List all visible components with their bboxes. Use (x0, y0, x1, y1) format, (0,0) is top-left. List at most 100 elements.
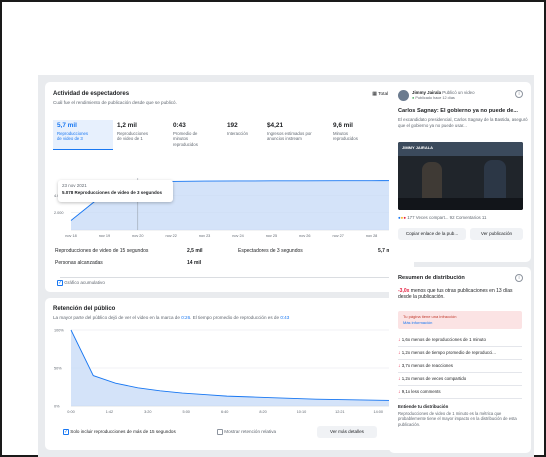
x-tick-label: 0:00 (67, 410, 74, 414)
stat-reach-value: 14 mil (187, 260, 202, 266)
chart-tooltip: 23 nov 2021 5.078 Reproducciones de vide… (58, 180, 173, 202)
divider (398, 385, 522, 386)
retention-subtitle-pre: La mayor parte del público dejó de ver e… (53, 315, 180, 320)
distribution-item-text: 1,2x menos de veces compartido (401, 376, 467, 381)
stat-3s-viewers-label: Espectadores de 3 segundos (238, 248, 303, 254)
post-meta: ● Publicado hace 12 días (412, 96, 455, 101)
metric-value: 0:43 (173, 122, 186, 129)
x-tick-label: 14:00 (374, 410, 384, 414)
divider (398, 372, 522, 373)
arrow-down-icon: ↓ (398, 376, 401, 382)
cumulative-toggle[interactable]: ✓ Gráfico acumulativo (57, 280, 105, 286)
divider (398, 346, 522, 347)
distribution-title: Resumen de distribución (398, 275, 465, 281)
info-icon[interactable]: i (515, 274, 523, 282)
check-icon: ✓ (57, 280, 63, 286)
x-tick-label: 6:40 (221, 410, 228, 414)
view-post-button[interactable]: Ver publicación (470, 228, 523, 240)
comments-count: Comentarios 11 (455, 215, 487, 220)
metric-avg-minutes[interactable]: 0:43 Promedio de minutos reproducidos (173, 122, 209, 147)
info-icon[interactable]: i (515, 90, 523, 98)
post-engagement-line: ●●● 177 Veces compart... 92 Comentarios … (398, 215, 486, 221)
more-details-button[interactable]: Ver más detalles (317, 426, 377, 438)
retention-subtitle-mid: . El tiempo promedio de reproducción es … (190, 315, 280, 320)
x-tick-label: nov 19 (99, 234, 110, 238)
shares-count: Veces compart... 92 (415, 215, 455, 220)
understand-text: Reproducciones de video de 1 minuto es l… (398, 411, 517, 427)
metric-3s-views[interactable]: 5,7 mil Reproducciones de video de 3 (57, 122, 93, 142)
x-tick-label: nov 26 (299, 234, 310, 238)
metric-value: 5,7 mil (57, 122, 77, 129)
x-tick-label: nov 28 (366, 234, 377, 238)
cumulative-label: Gráfico acumulativo (64, 280, 105, 286)
retention-chart[interactable]: 100% 50% 0% 0:00 1:42 3:20 5:00 6:40 8:20 10:10 12… (53, 326, 409, 414)
arrow-down-icon: ↓ (398, 350, 401, 356)
viewer-activity-title: Actividad de espectadores (53, 91, 130, 97)
post-headline[interactable]: Carlos Sagnay: El gobierno ya no puede d… (398, 108, 528, 115)
relative-retention-toggle[interactable]: Mostrar retención relativa (217, 429, 276, 435)
copy-link-button[interactable]: Copiar enlace de la pub... (398, 228, 466, 240)
distribution-multiplier: -3,0x (398, 288, 410, 294)
x-tick-label: nov 22 (165, 234, 176, 238)
post-preview-card: Jimmy Jairala Publicó un video ● Publica… (389, 82, 531, 262)
metric-value: 192 (227, 122, 238, 129)
metric-instream-earnings[interactable]: $4,21 Ingresos estimados por anuncios in… (267, 122, 317, 142)
x-tick-label: nov 24 (232, 234, 243, 238)
metric-value: 9,6 mil (333, 122, 353, 129)
understand-title: Entiende tu distribución (398, 404, 449, 409)
post-excerpt: El excandidato presidencial, Carlos Sagn… (398, 117, 528, 128)
tooltip-value: 5.078 Reproducciones de video de 3 segun… (62, 190, 163, 195)
avatar[interactable] (398, 90, 409, 101)
divider (60, 277, 410, 278)
distribution-item-text: 1,2x menos de tiempo promedio de reprodu… (401, 350, 496, 355)
distribution-item: ↓ 3,7x menos de reacciones (398, 363, 453, 369)
divider (398, 359, 522, 360)
retention-subtitle: La mayor parte del público dejó de ver e… (53, 315, 289, 320)
x-tick-label: 1:42 (106, 410, 113, 414)
y-tick-label: 2.000 (54, 211, 64, 215)
video-thumbnail[interactable]: JIMMY JAIRALA (398, 142, 523, 210)
metric-1m-views[interactable]: 1,2 mil Reproducciones de video de 1 (117, 122, 153, 142)
retention-card: Retención del público La mayor parte del… (45, 298, 414, 450)
viewer-activity-card: Actividad de espectadores Cuál fue el re… (45, 82, 414, 292)
include-15s-toggle[interactable]: ✓ Solo incluir reproducciones de más de … (63, 429, 176, 435)
post-meta-text: Publicado hace 12 días (415, 96, 455, 100)
distribution-item: ↓ 1,2x menos de tiempo promedio de repro… (398, 350, 496, 356)
retention-mark-link[interactable]: 0:26 (181, 315, 190, 320)
metric-label: Promedio de minutos reproducidos (173, 131, 198, 147)
retention-title: Retención del público (53, 306, 116, 312)
desk (398, 198, 523, 210)
arrow-down-icon: ↓ (398, 389, 401, 395)
y-tick-label: 50% (54, 367, 62, 371)
arrow-down-icon: ↓ (398, 337, 401, 343)
infraction-link[interactable]: Más información (403, 320, 432, 325)
x-tick-label: nov 25 (266, 234, 277, 238)
love-reaction-icon: ● (403, 215, 406, 220)
metric-minutes-viewed[interactable]: 9,6 mil Minutos reproducidos (333, 122, 369, 142)
x-tick-label: 5:00 (183, 410, 190, 414)
metric-value: $4,21 (267, 122, 283, 129)
include-15s-label: Solo incluir reproducciones de más de 15… (70, 429, 176, 435)
x-tick-label: nov 18 (65, 234, 76, 238)
y-tick-label: 0% (54, 405, 60, 409)
x-tick-label: nov 23 (199, 234, 210, 238)
retention-avg-link[interactable]: 0:43 (280, 315, 289, 320)
reactions-count: 177 (407, 215, 415, 220)
distribution-item: ↓ 1,6x menos de reproducciones de 1 minu… (398, 337, 486, 343)
thumb-caption: JIMMY JAIRALA (402, 145, 434, 150)
x-tick-label: 12:21 (335, 410, 345, 414)
relative-retention-label: Mostrar retención relativa (224, 429, 277, 435)
x-tick-label: 8:20 (259, 410, 266, 414)
metric-engagement[interactable]: 192 Interacción (227, 122, 263, 136)
post-author[interactable]: Jimmy Jairala (412, 90, 441, 95)
distribution-card: Resumen de distribución i -3,0x menos qu… (389, 267, 531, 453)
metric-value: 1,2 mil (117, 122, 137, 129)
stat-15s-views-value: 2,5 mil (187, 248, 203, 254)
distribution-item-text: 9,1x less comments (401, 389, 441, 394)
tooltip-date: 23 nov 2021 (62, 183, 87, 188)
x-tick-label: 3:20 (144, 410, 151, 414)
person-silhouette (422, 162, 442, 200)
checkbox-icon (217, 429, 223, 435)
metric-label: Ingresos estimados por anuncios instream (267, 131, 312, 142)
check-icon: ✓ (63, 429, 69, 435)
